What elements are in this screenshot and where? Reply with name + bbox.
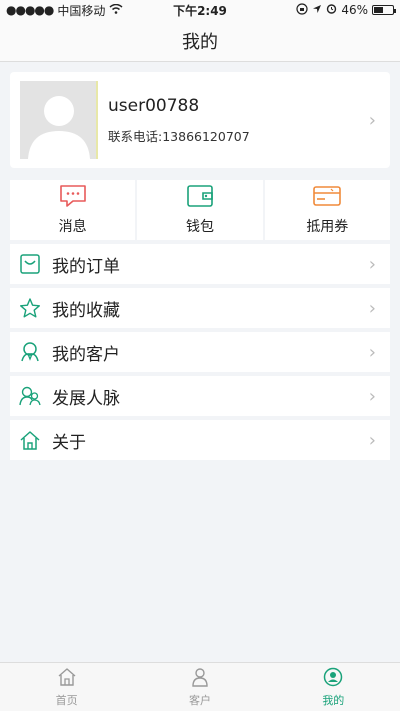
default-avatar-icon — [20, 81, 96, 159]
location-icon — [312, 3, 322, 17]
quick-item-message[interactable]: 消息 — [10, 180, 136, 240]
menu-item-customers[interactable]: 我的客户 › — [10, 332, 390, 372]
menu-item-label: 我的客户 — [52, 344, 120, 365]
profile-card[interactable]: user00788 联系电话:13866120707 › — [10, 72, 390, 168]
menu-item-about[interactable]: 关于 › — [10, 420, 390, 460]
chevron-right-icon: › — [368, 253, 376, 275]
nav-bar: 我的 — [0, 20, 400, 62]
chevron-right-icon: › — [368, 297, 376, 319]
message-icon — [59, 184, 87, 212]
me-tab-icon — [323, 667, 343, 690]
coupon-icon — [312, 184, 342, 212]
avatar — [20, 81, 98, 159]
quick-item-wallet[interactable]: 钱包 — [137, 180, 263, 240]
tab-label: 客户 — [188, 693, 211, 707]
menu-item-favorites[interactable]: 我的收藏 › — [10, 288, 390, 328]
battery-percent: 46% — [341, 3, 368, 17]
home-icon — [18, 428, 42, 452]
status-bar: ●●●●● 中国移动 下午2:49 46% — [0, 0, 400, 20]
chevron-right-icon: › — [368, 429, 376, 451]
wallet-icon — [186, 184, 214, 212]
home-tab-icon — [57, 667, 77, 690]
quick-item-label: 钱包 — [185, 219, 214, 235]
tab-customers[interactable]: 客户 — [133, 663, 266, 711]
battery-icon — [372, 5, 396, 15]
tab-bar: 首页 客户 我的 — [0, 662, 400, 711]
alarm-icon — [326, 3, 337, 17]
menu-item-orders[interactable]: 我的订单 › — [10, 244, 390, 284]
phone-number: 联系电话:13866120707 — [108, 128, 250, 144]
tab-label: 首页 — [55, 693, 78, 707]
chevron-right-icon: › — [368, 341, 376, 363]
status-right: 46% — [296, 2, 396, 18]
menu-list: 我的订单 › 我的收藏 › 我的客户 › 发展人脉 › 关于 › — [10, 244, 390, 464]
profile-info: user00788 联系电话:13866120707 — [108, 96, 369, 145]
menu-item-network[interactable]: 发展人脉 › — [10, 376, 390, 416]
page-title: 我的 — [182, 31, 218, 53]
tab-home[interactable]: 首页 — [0, 663, 133, 711]
network-icon — [18, 384, 42, 408]
quick-item-label: 抵用券 — [306, 219, 349, 235]
quick-actions: 消息 钱包 抵用券 — [10, 180, 390, 240]
customers-icon — [18, 340, 42, 364]
person-tab-icon — [190, 667, 210, 690]
chevron-right-icon: › — [368, 109, 376, 131]
menu-item-label: 我的订单 — [52, 256, 120, 277]
quick-item-coupon[interactable]: 抵用券 — [264, 180, 390, 240]
tab-me[interactable]: 我的 — [267, 663, 400, 711]
chevron-right-icon: › — [368, 385, 376, 407]
menu-item-label: 发展人脉 — [52, 388, 120, 409]
rotation-lock-icon — [296, 2, 308, 18]
username: user00788 — [108, 95, 200, 116]
tab-label: 我的 — [322, 693, 345, 707]
star-icon — [18, 296, 42, 320]
bag-icon — [18, 252, 42, 276]
menu-item-label: 我的收藏 — [52, 300, 120, 321]
quick-item-label: 消息 — [58, 219, 87, 235]
menu-item-label: 关于 — [52, 432, 86, 453]
